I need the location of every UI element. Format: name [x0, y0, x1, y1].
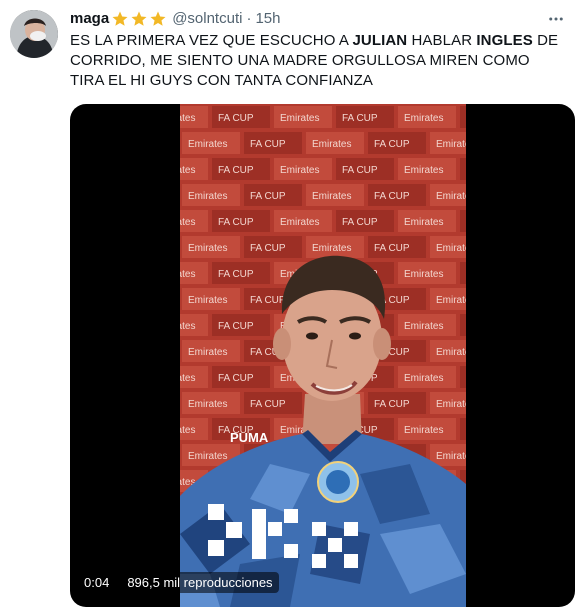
mention-julian: JULIAN [352, 32, 408, 49]
star-icon [131, 11, 147, 26]
video-overlay: 0:04 896,5 mil reproducciones [78, 572, 279, 593]
video-player[interactable]: EmiratesFA CUPEmiratesFA CUPEmiratesFA C… [70, 104, 575, 607]
timestamp[interactable]: 15h [255, 9, 280, 29]
player-figure: PUMA [180, 255, 466, 607]
more-horizontal-icon [549, 17, 563, 21]
more-options-button[interactable] [541, 7, 571, 31]
video-views: 896,5 mil reproducciones [121, 572, 279, 593]
avatar-image [10, 10, 58, 58]
display-name[interactable]: maga [70, 9, 109, 29]
avatar[interactable] [10, 10, 58, 58]
tweet-text: ES LA PRIMERA VEZ QUE ESCUCHO A JULIAN H… [70, 31, 560, 91]
video-time: 0:04 [78, 572, 116, 593]
tweet-text-part: HABLAR [407, 32, 477, 49]
puma-logo: PUMA [230, 430, 269, 445]
user-handle[interactable]: @solntcuti [172, 9, 242, 29]
separator-dot: · [246, 10, 252, 27]
tweet-text-part: ES LA PRIMERA VEZ QUE ESCUCHO A [70, 32, 353, 49]
star-badges [111, 10, 168, 28]
star-icon [150, 11, 166, 26]
video-frame[interactable]: EmiratesFA CUPEmiratesFA CUPEmiratesFA C… [180, 104, 466, 607]
tweet-header: maga @solntcuti · 15h [70, 9, 577, 29]
star-icon [112, 11, 128, 26]
word-ingles: INGLES [476, 32, 533, 49]
